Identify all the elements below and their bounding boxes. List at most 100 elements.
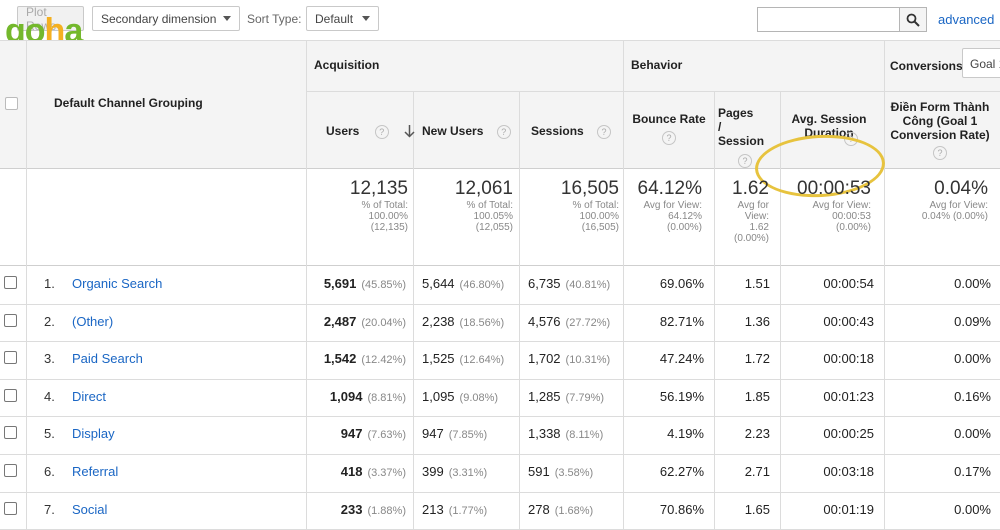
goal-conversion-cell: 0.00% (954, 276, 991, 291)
pages-session-total: 1.62 Avg for View: 1.62 (0.00%) (732, 178, 769, 244)
row-number: 3. (44, 351, 55, 367)
row-number: 2. (44, 313, 55, 329)
new-users-total: 12,061 % of Total: 100.05% (12,055) (454, 178, 513, 233)
sessions-total: 16,505 % of Total: 100.00% (16,505) (560, 178, 619, 233)
row-checkbox[interactable] (4, 426, 17, 440)
new-users-column-header[interactable]: New Users ? (422, 124, 511, 139)
new-users-cell: 5,644 (46.80%) (422, 276, 505, 291)
row-number: 1. (44, 276, 55, 291)
channel-link[interactable]: Direct (72, 389, 106, 404)
goal-conversion-column-header[interactable]: Điền Form Thành Công (Goal 1 Conversion … (888, 100, 992, 160)
row-number: 6. (44, 464, 55, 479)
sort-descending-icon[interactable] (404, 125, 415, 138)
select-all-checkbox[interactable] (5, 97, 18, 110)
users-cell: 418 (3.37%) (340, 464, 406, 479)
bounce-rate-cell: 70.86% (659, 501, 704, 517)
sessions-cell: 1,338 (8.11%) (528, 426, 604, 442)
goal-selector-dropdown[interactable]: Goal 1 (962, 48, 1000, 78)
channel-link[interactable]: (Other) (72, 314, 113, 329)
report-table: Default Channel Grouping Acquisition Beh… (0, 40, 1000, 530)
bounce-rate-cell: 69.06% (659, 276, 704, 291)
bounce-rate-total: 64.12% Avg for View: 64.12% (0.00%) (637, 178, 702, 233)
sessions-cell: 6,735 (40.81%) (528, 276, 611, 291)
sessions-cell: 4,576 (27.72%) (528, 313, 611, 329)
sessions-cell: 1,702 (10.31%) (528, 351, 611, 367)
secondary-dimension-dropdown[interactable]: Secondary dimension (92, 6, 240, 31)
sort-type-dropdown[interactable]: Default (306, 6, 379, 31)
new-users-cell: 947 (7.85%) (422, 426, 488, 442)
dimension-header[interactable]: Default Channel Grouping (54, 96, 203, 110)
pages-session-cell: 1.51 (744, 276, 770, 291)
row-number: 7. (44, 501, 55, 517)
new-users-cell: 213 (1.77%) (422, 501, 488, 517)
pages-session-cell: 1.85 (744, 388, 770, 404)
channel-link[interactable]: Display (72, 426, 115, 441)
sessions-column-header[interactable]: Sessions ? (531, 124, 612, 139)
goal-conversion-cell: 0.09% (954, 313, 991, 329)
pages-session-cell: 2.23 (744, 426, 770, 442)
pages-session-cell: 1.36 (744, 313, 770, 329)
goal-conversion-cell: 0.00% (954, 351, 991, 367)
new-users-cell: 399 (3.31%) (422, 464, 488, 479)
chevron-down-icon (362, 16, 370, 21)
new-users-cell: 2,238 (18.56%) (422, 313, 505, 329)
help-icon[interactable]: ? (496, 124, 511, 139)
goal-conversion-total: 0.04% Avg for View: 0.04% (0.00%) (921, 178, 988, 222)
users-cell: 1,542 (12.42%) (323, 351, 406, 367)
pages-session-cell: 1.65 (744, 501, 770, 517)
goal-conversion-cell: 0.00% (954, 426, 991, 442)
row-number: 5. (44, 426, 55, 442)
sessions-cell: 1,285 (7.79%) (528, 388, 605, 404)
help-icon[interactable]: ? (662, 131, 676, 145)
bounce-rate-cell: 62.27% (659, 464, 704, 479)
table-row: 1. Organic Search 5,691 (45.85%) 5,644 (46… (0, 266, 1000, 305)
bounce-rate-column-header[interactable]: Bounce Rate ? (628, 112, 710, 145)
users-total: 12,135 % of Total: 100.00% (12,135) (349, 178, 408, 233)
behavior-group-title: Behavior (631, 58, 683, 72)
table-search-input[interactable] (757, 7, 900, 32)
avg-session-duration-cell: 00:01:19 (823, 501, 874, 517)
avg-session-duration-cell: 00:00:25 (823, 426, 874, 442)
pages-session-cell: 1.72 (744, 351, 770, 367)
report-toolbar: Plot Rows Secondary dimension Sort Type:… (0, 0, 1000, 40)
row-checkbox[interactable] (4, 464, 17, 477)
avg-session-duration-cell: 00:01:23 (823, 388, 874, 404)
row-checkbox[interactable] (4, 501, 17, 515)
pages-session-cell: 2.71 (744, 464, 770, 479)
table-row: 6. Referral 418 (3.37%) 399 (3.31%) 591 (3.… (0, 454, 1000, 493)
help-icon[interactable]: ? (374, 124, 389, 139)
users-cell: 5,691 (45.85%) (323, 276, 406, 291)
row-checkbox[interactable] (4, 351, 17, 365)
acquisition-group-title: Acquisition (314, 58, 380, 72)
channel-link[interactable]: Referral (72, 464, 118, 479)
users-cell: 947 (7.63%) (340, 426, 406, 442)
secondary-dimension-label: Secondary dimension (101, 11, 217, 26)
avg-session-duration-cell: 00:00:18 (823, 351, 874, 367)
users-cell: 233 (1.88%) (340, 501, 406, 517)
avg-session-duration-cell: 00:00:43 (823, 313, 874, 329)
bounce-rate-cell: 47.24% (659, 351, 704, 367)
goal-conversion-cell: 0.16% (954, 388, 991, 404)
row-checkbox[interactable] (4, 313, 17, 327)
channel-link[interactable]: Paid Search (72, 351, 143, 366)
row-checkbox[interactable] (4, 388, 17, 402)
avg-session-duration-cell: 00:03:18 (823, 464, 874, 479)
row-checkbox[interactable] (4, 276, 17, 289)
search-button[interactable] (900, 7, 927, 32)
channel-link[interactable]: Social (72, 502, 107, 517)
advanced-filter-link[interactable]: advanced (938, 12, 994, 27)
chevron-down-icon (223, 16, 231, 21)
avg-session-duration-cell: 00:00:54 (823, 276, 874, 291)
help-icon[interactable]: ? (738, 154, 752, 168)
help-icon[interactable]: ? (597, 124, 612, 139)
channel-link[interactable]: Organic Search (72, 276, 162, 291)
help-icon[interactable]: ? (933, 146, 947, 160)
sessions-cell: 591 (3.58%) (528, 464, 594, 479)
sort-type-value: Default (315, 11, 354, 26)
table-row: 3. Paid Search 1,542 (12.42%) 1,525 (12.64… (0, 341, 1000, 380)
bounce-rate-cell: 82.71% (659, 313, 704, 329)
users-cell: 2,487 (20.04%) (323, 313, 406, 329)
table-row: 7. Social 233 (1.88%) 213 (1.77%) 278 (1.68… (0, 492, 1000, 530)
users-column-header[interactable]: Users ? (326, 124, 415, 139)
table-row: 4. Direct 1,094 (8.81%) 1,095 (9.08%) 1,28… (0, 379, 1000, 418)
